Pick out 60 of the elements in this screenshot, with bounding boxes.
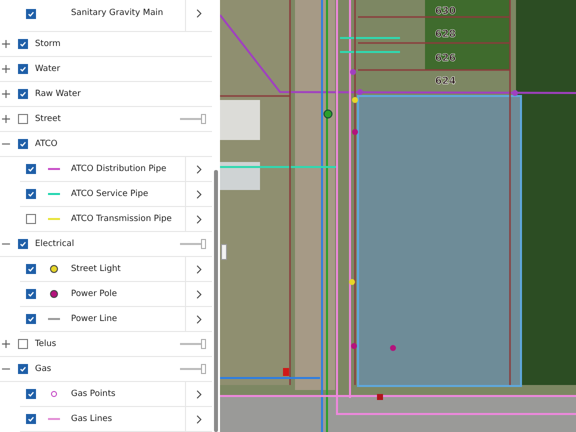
gas-point-marker[interactable] xyxy=(350,69,356,75)
layer-checkbox[interactable] xyxy=(26,214,36,224)
panel-resize-handle[interactable] xyxy=(221,244,227,260)
layer-checkbox[interactable] xyxy=(18,139,28,149)
layer-label: ATCO Transmission Pipe xyxy=(71,214,172,224)
opacity-slider[interactable] xyxy=(180,239,206,249)
layer-label: ATCO Service Pipe xyxy=(71,189,148,199)
layer-label: ATCO xyxy=(35,139,58,149)
expand-icon[interactable] xyxy=(2,115,10,123)
layer-checkbox[interactable] xyxy=(26,164,36,174)
house-roof xyxy=(220,162,260,190)
power-pole-marker[interactable] xyxy=(352,129,358,135)
layer-label: Power Pole xyxy=(71,289,118,299)
gas-point-marker[interactable] xyxy=(512,90,518,96)
layer-checkbox[interactable] xyxy=(18,89,28,99)
layer-checkbox[interactable] xyxy=(26,414,36,424)
lot-number-label: 630 xyxy=(435,6,456,17)
aerial-map[interactable]: 630 628 626 624 xyxy=(220,0,576,432)
layer-label: Gas xyxy=(35,364,52,374)
layer-checkbox[interactable] xyxy=(18,339,28,349)
layer-label: Sanitary Gravity Main xyxy=(71,7,164,20)
layer-label: Gas Points xyxy=(71,389,116,399)
expand-icon[interactable] xyxy=(2,40,10,48)
power-pole-marker[interactable] xyxy=(351,343,357,349)
layer-checkbox[interactable] xyxy=(18,64,28,74)
layer-checkbox[interactable] xyxy=(26,8,36,18)
layer-label: Raw Water xyxy=(35,89,81,99)
layer-checkbox[interactable] xyxy=(26,264,36,274)
layer-checkbox[interactable] xyxy=(18,39,28,49)
layer-checkbox[interactable] xyxy=(18,239,28,249)
expand-icon[interactable] xyxy=(2,340,10,348)
layer-label: Street xyxy=(35,114,61,124)
street-light-marker[interactable] xyxy=(352,97,358,103)
expand-icon[interactable] xyxy=(2,90,10,98)
opacity-slider[interactable] xyxy=(180,339,206,349)
opacity-slider[interactable] xyxy=(180,364,206,374)
scrollbar[interactable] xyxy=(214,170,218,432)
layer-label: ATCO Distribution Pipe xyxy=(71,164,166,174)
layer-checkbox[interactable] xyxy=(26,314,36,324)
layer-label: Street Light xyxy=(71,264,121,274)
layer-checkbox[interactable] xyxy=(18,114,28,124)
layer-label: Electrical xyxy=(35,239,74,249)
layer-checkbox[interactable] xyxy=(26,189,36,199)
layer-label: Telus xyxy=(35,339,56,349)
layer-checkbox[interactable] xyxy=(18,364,28,374)
lot-number-label: 626 xyxy=(435,53,456,64)
house-roof xyxy=(220,100,260,140)
power-pole-marker[interactable] xyxy=(390,345,396,351)
layer-label: Storm xyxy=(35,39,61,49)
layer-label: Gas Lines xyxy=(71,414,112,424)
lot-number-label: 624 xyxy=(435,76,456,87)
expand-icon[interactable] xyxy=(2,65,10,73)
layer-checkbox[interactable] xyxy=(26,389,36,399)
layer-label: Water xyxy=(35,64,60,74)
gas-point-marker[interactable] xyxy=(357,89,363,95)
opacity-slider[interactable] xyxy=(180,114,206,124)
lot-number-label: 628 xyxy=(435,29,456,40)
layer-label: Power Line xyxy=(71,314,118,324)
layer-checkbox[interactable] xyxy=(26,289,36,299)
street-light-marker[interactable] xyxy=(349,279,355,285)
